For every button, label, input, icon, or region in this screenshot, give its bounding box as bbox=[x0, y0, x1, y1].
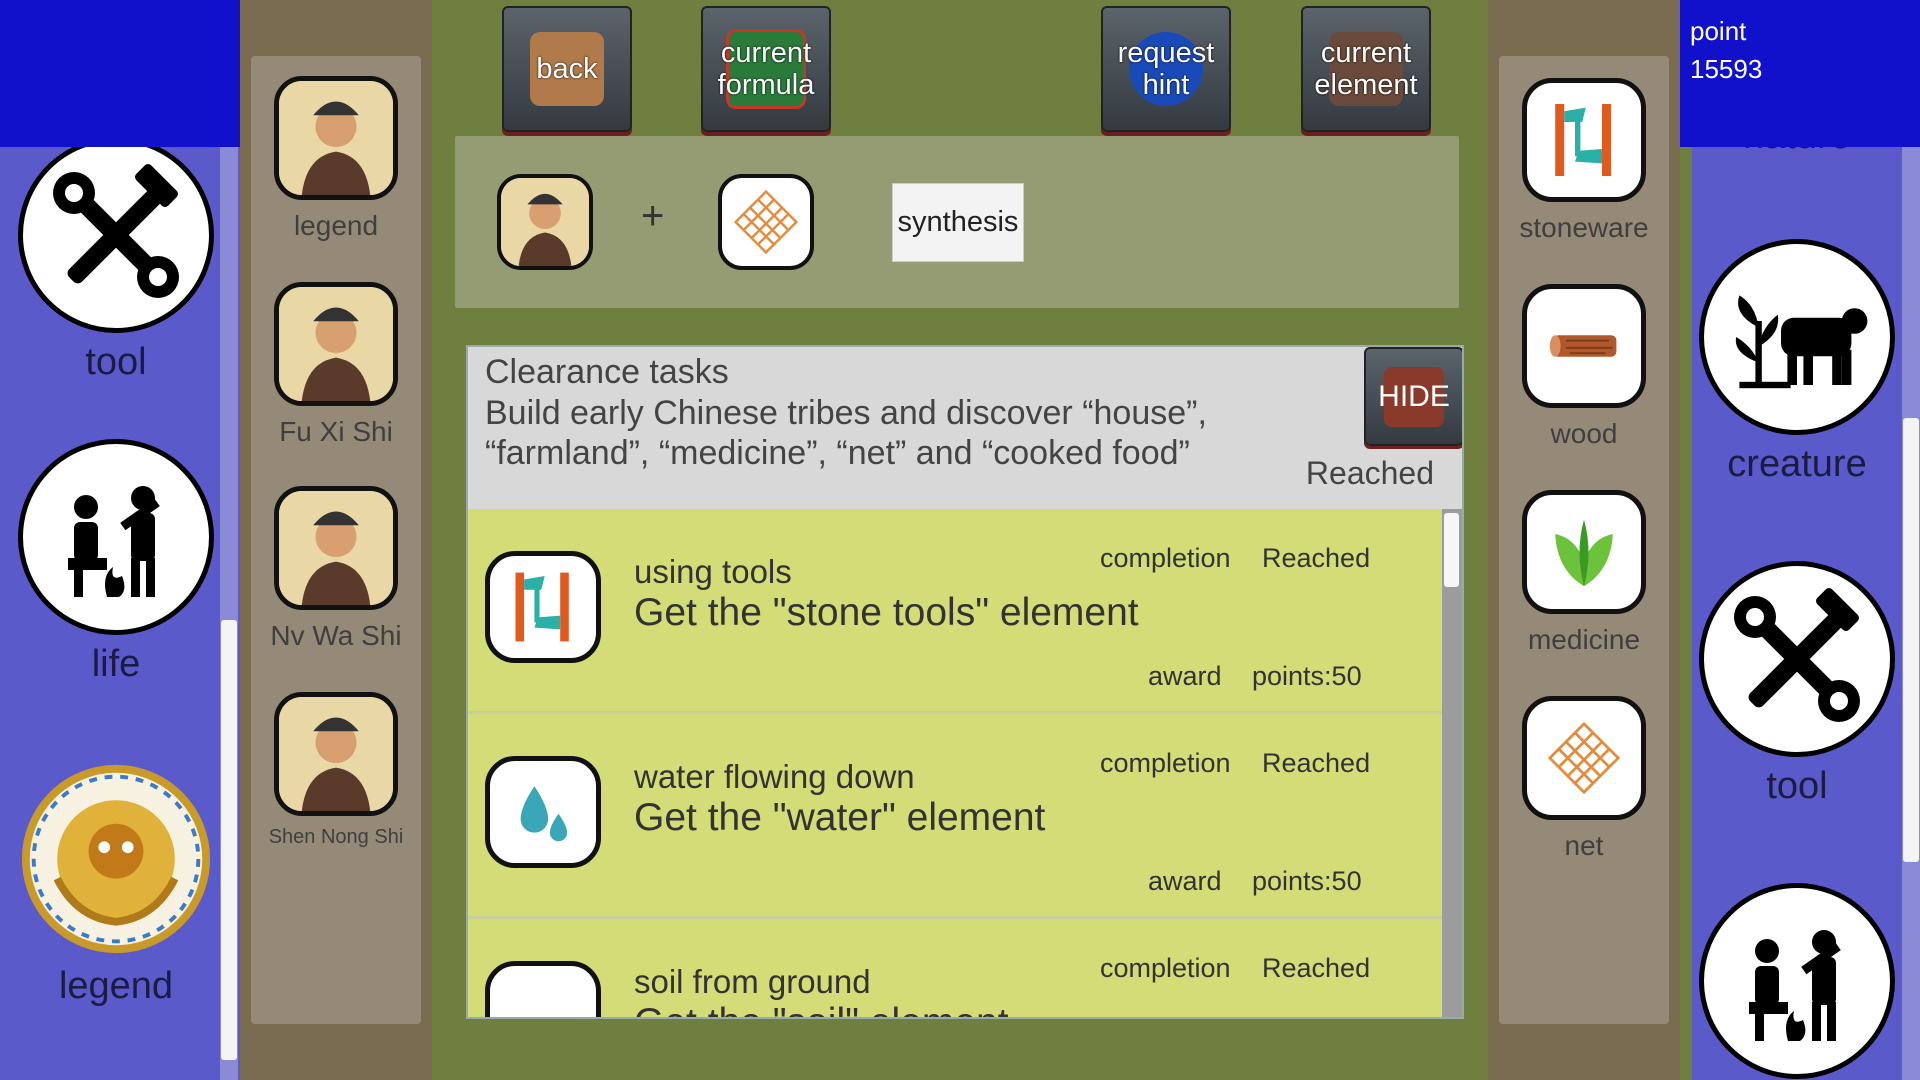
character-label: legend bbox=[293, 210, 379, 241]
back-button[interactable]: back bbox=[502, 6, 632, 132]
character-label: Shen Nong Shi bbox=[268, 826, 404, 848]
character-list: legend Fu Xi Shi Nv Wa Shi Shen Nong Shi bbox=[251, 56, 421, 1024]
category-legend[interactable]: legend bbox=[0, 761, 232, 1008]
formula-slot-2[interactable] bbox=[718, 174, 814, 270]
category-label: nature bbox=[1692, 147, 1902, 158]
clearance-description: Build early Chinese tribes and discover … bbox=[485, 394, 1207, 472]
task-points: points:50 bbox=[1252, 866, 1362, 896]
character-label: Nv Wa Shi bbox=[270, 620, 402, 651]
element-net[interactable]: net bbox=[1499, 696, 1669, 862]
element-label: stoneware bbox=[1519, 212, 1649, 243]
plus-sign: + bbox=[641, 194, 665, 238]
category-label: tool bbox=[1766, 765, 1828, 807]
right-category-list[interactable]: nature creature tool life bbox=[1692, 147, 1902, 1080]
net-icon bbox=[1522, 696, 1646, 820]
task-points: points:50 bbox=[1252, 661, 1362, 691]
category-label: creature bbox=[1727, 443, 1867, 485]
clearance-title: Clearance tasks bbox=[485, 353, 729, 391]
element-label: wood bbox=[1550, 418, 1618, 449]
task-row[interactable]: water flowing down Get the "water" eleme… bbox=[468, 714, 1442, 919]
character-label: Fu Xi Shi bbox=[279, 416, 393, 447]
clearance-tasks-panel: Clearance tasks Build early Chinese trib… bbox=[466, 345, 1464, 1019]
hide-label: HIDE bbox=[1378, 379, 1450, 413]
current-element-label: current element bbox=[1314, 37, 1418, 101]
medicine-icon bbox=[1522, 490, 1646, 614]
creature-icon bbox=[1699, 239, 1895, 435]
category-creature[interactable]: creature bbox=[1692, 239, 1902, 486]
task-row[interactable]: using tools Get the "stone tools" elemen… bbox=[468, 509, 1442, 714]
element-label: medicine bbox=[1527, 624, 1641, 655]
clearance-header: Clearance tasks Build early Chinese trib… bbox=[468, 347, 1462, 509]
stoneware-icon bbox=[485, 551, 601, 663]
stoneware-icon bbox=[1522, 78, 1646, 202]
left-header-bar bbox=[0, 0, 240, 147]
tool-icon bbox=[18, 147, 214, 333]
category-label: life bbox=[91, 643, 141, 685]
soil-icon bbox=[485, 961, 601, 1017]
category-label: tool bbox=[85, 341, 147, 383]
shen-nong-portrait-icon bbox=[274, 692, 398, 816]
life-icon bbox=[18, 439, 214, 635]
category-tool[interactable]: tool bbox=[0, 147, 232, 384]
emperor-portrait-icon bbox=[274, 76, 398, 200]
current-element-button[interactable]: current element bbox=[1301, 6, 1431, 132]
element-label: net bbox=[1564, 830, 1604, 861]
element-medicine[interactable]: medicine bbox=[1499, 490, 1669, 656]
clearance-status: Reached bbox=[1305, 455, 1434, 491]
category-life[interactable]: life bbox=[0, 439, 232, 686]
current-formula-button[interactable]: current formula bbox=[701, 6, 831, 132]
hide-button[interactable]: HIDE bbox=[1364, 347, 1462, 446]
water-icon bbox=[485, 756, 601, 868]
task-name: using tools bbox=[634, 553, 792, 590]
task-scrollbar-thumb[interactable] bbox=[1444, 513, 1459, 587]
task-award-label: award bbox=[1148, 866, 1222, 896]
task-name: soil from ground bbox=[634, 963, 871, 1000]
category-nature[interactable]: nature bbox=[1692, 147, 1902, 158]
left-category-list[interactable]: tool life legend bbox=[0, 147, 240, 1080]
life-icon bbox=[1699, 883, 1895, 1079]
net-icon bbox=[726, 182, 806, 262]
task-description: Get the "soil" element bbox=[634, 1001, 1009, 1017]
category-life[interactable]: life bbox=[1692, 883, 1902, 1080]
task-name: water flowing down bbox=[634, 758, 915, 795]
nv-wa-portrait-icon bbox=[274, 486, 398, 610]
task-description: Get the "stone tools" element bbox=[634, 591, 1139, 634]
character-shen-nong[interactable]: Shen Nong Shi bbox=[251, 692, 421, 849]
back-label: back bbox=[536, 53, 598, 85]
task-award-label: award bbox=[1148, 661, 1222, 691]
character-legend[interactable]: legend bbox=[251, 76, 421, 242]
task-completion-label: completion bbox=[1100, 543, 1231, 573]
right-scrollbar-thumb[interactable] bbox=[1903, 418, 1919, 862]
task-description: Get the "water" element bbox=[634, 796, 1046, 839]
formula-panel: + synthesis bbox=[455, 136, 1459, 308]
task-completion-value: Reached bbox=[1262, 543, 1371, 573]
tool-icon bbox=[1699, 561, 1895, 757]
points-value: 15593 bbox=[1690, 54, 1763, 84]
request-hint-label: request hint bbox=[1117, 37, 1215, 101]
element-list: stoneware wood medicine net bbox=[1499, 56, 1669, 1024]
fu-xi-portrait-icon bbox=[274, 282, 398, 406]
current-formula-label: current formula bbox=[717, 37, 815, 101]
element-stoneware[interactable]: stoneware bbox=[1499, 78, 1669, 244]
element-wood[interactable]: wood bbox=[1499, 284, 1669, 450]
category-tool[interactable]: tool bbox=[1692, 561, 1902, 808]
character-nv-wa[interactable]: Nv Wa Shi bbox=[251, 486, 421, 652]
request-hint-button[interactable]: request hint bbox=[1101, 6, 1231, 132]
task-completion-value: Reached bbox=[1262, 748, 1371, 778]
synthesis-button[interactable]: synthesis bbox=[892, 183, 1024, 262]
task-completion-label: completion bbox=[1100, 748, 1231, 778]
emperor-portrait-icon bbox=[501, 178, 589, 266]
left-scrollbar-thumb[interactable] bbox=[221, 620, 237, 1060]
character-fu-xi[interactable]: Fu Xi Shi bbox=[251, 282, 421, 448]
points-label: point bbox=[1690, 16, 1747, 46]
wood-icon bbox=[1522, 284, 1646, 408]
task-row[interactable]: soil from ground Get the "soil" element … bbox=[468, 919, 1442, 1017]
task-completion-label: completion bbox=[1100, 953, 1231, 983]
formula-slot-1[interactable] bbox=[497, 174, 593, 270]
task-completion-value: Reached bbox=[1262, 953, 1371, 983]
dragon-icon bbox=[18, 761, 214, 957]
category-label: legend bbox=[58, 965, 174, 1007]
